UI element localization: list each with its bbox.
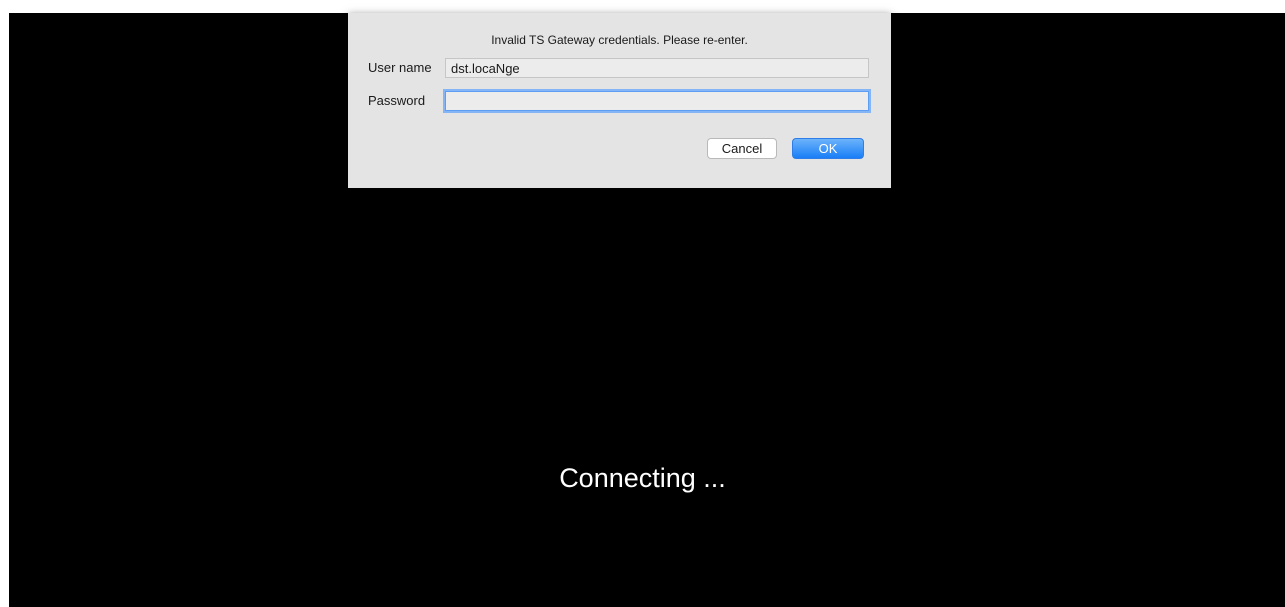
cancel-button[interactable]: Cancel <box>707 138 777 159</box>
password-field[interactable] <box>445 91 869 111</box>
password-label: Password <box>368 93 426 108</box>
connecting-status: Connecting ... <box>559 463 726 493</box>
dialog-message: Invalid TS Gateway credentials. Please r… <box>491 33 748 47</box>
ok-button[interactable]: OK <box>792 138 864 159</box>
credentials-dialog: Invalid TS Gateway credentials. Please r… <box>348 13 891 188</box>
username-field[interactable] <box>445 58 869 78</box>
username-label: User name <box>368 60 432 75</box>
